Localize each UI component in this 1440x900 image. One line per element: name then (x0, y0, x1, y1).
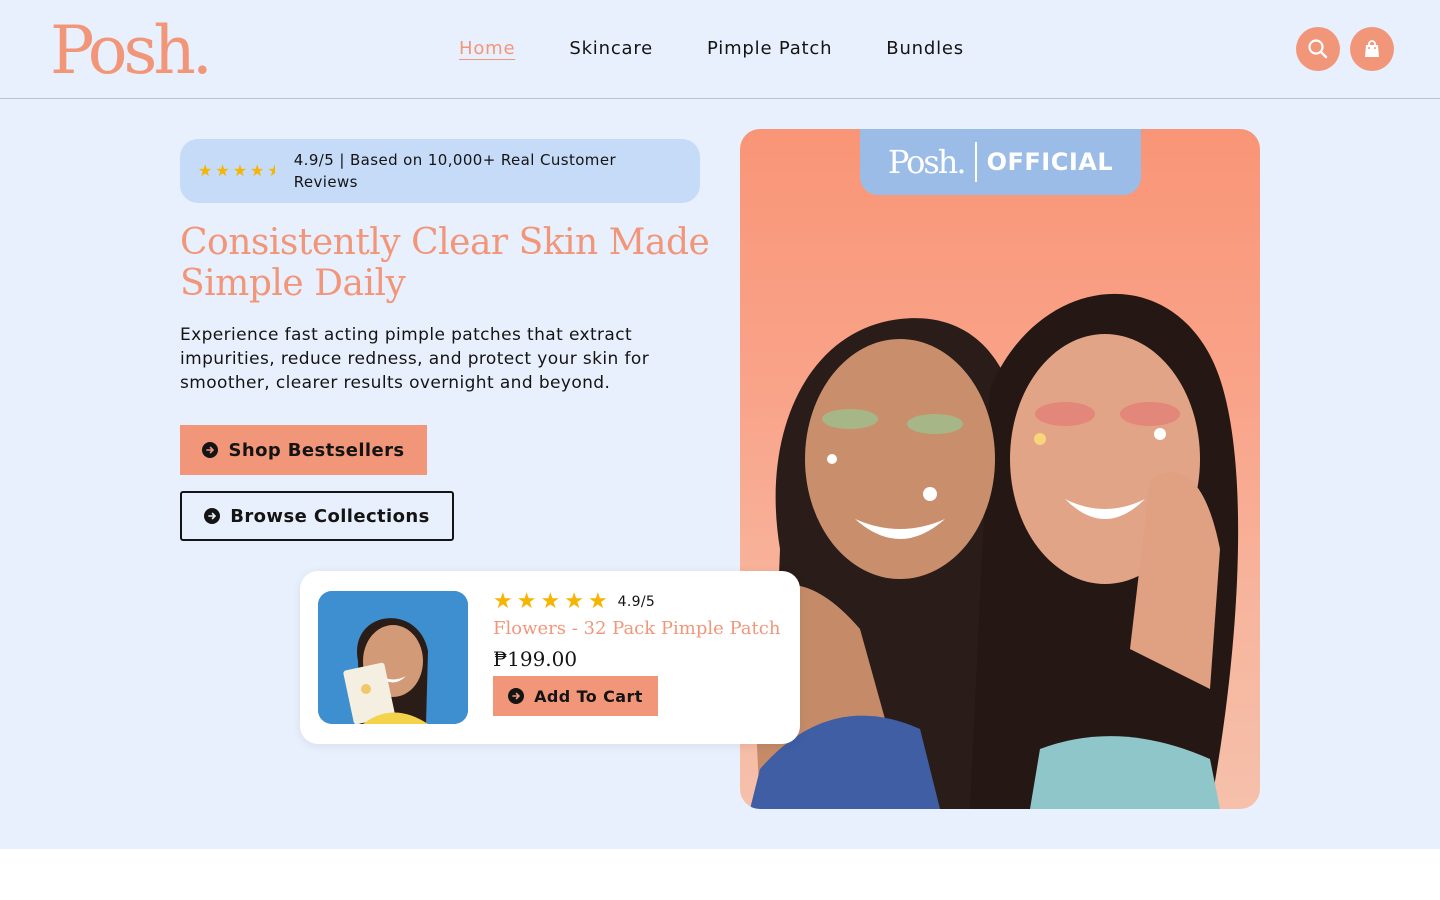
arrow-right-icon (508, 688, 525, 704)
nav-item-home[interactable]: Home (459, 38, 515, 60)
nav-item-bundles[interactable]: Bundles (886, 38, 964, 60)
add-to-cart-button[interactable]: Add To Cart (493, 676, 658, 716)
arrow-right-icon (202, 442, 219, 458)
nav-item-pimple-patch[interactable]: Pimple Patch (707, 38, 832, 60)
official-tag-logo: Posh. (887, 143, 967, 181)
rating-text: 4.9/5 | Based on 10,000+ Real Customer R… (293, 151, 617, 191)
shopping-bag-icon (1365, 40, 1379, 57)
models-photo-illustration (750, 293, 1239, 809)
product-price: ₱199.00 (493, 647, 578, 671)
search-icon (1308, 39, 1328, 59)
shop-bestsellers-button[interactable]: Shop Bestsellers (180, 425, 427, 475)
add-to-cart-label: Add To Cart (534, 686, 643, 706)
star-icon: ★ (232, 161, 248, 180)
star-icon: ★ (540, 589, 561, 614)
star-icon: ★ (198, 161, 213, 180)
browse-collections-label: Browse Collections (230, 505, 430, 527)
rating-stars: ★ ★ ★ ★ ★ (198, 163, 282, 179)
star-icon: ★ (250, 161, 265, 180)
cart-button[interactable] (1350, 27, 1394, 71)
star-icon: ★ (564, 589, 584, 614)
hero-headline: Consistently Clear Skin Made Simple Dail… (180, 222, 710, 304)
star-icon: ★ (493, 589, 513, 614)
site-header: Posh. Home Skincare Pimple Patch Bundles (0, 0, 1440, 99)
product-score: 4.9/5 (617, 594, 656, 610)
official-tag: Posh. OFFICIAL (860, 129, 1141, 195)
product-rating: ★ ★ ★ ★ ★ 4.9/5 (493, 591, 655, 613)
nav-item-skincare[interactable]: Skincare (569, 38, 653, 60)
arrow-right-icon (204, 508, 221, 524)
page: Posh. Home Skincare Pimple Patch Bundles… (0, 0, 1440, 900)
product-name[interactable]: Flowers - 32 Pack Pimple Patch (493, 617, 780, 641)
browse-collections-button[interactable]: Browse Collections (180, 491, 454, 541)
shop-bestsellers-label: Shop Bestsellers (228, 439, 405, 461)
star-icon: ★ (215, 161, 230, 180)
official-tag-text: OFFICIAL (986, 148, 1114, 176)
rating-banner: ★ ★ ★ ★ ★ 4.9/5 | Based on 10,000+ Real … (180, 139, 700, 203)
tag-divider (974, 142, 977, 182)
half-star-icon: ★ (267, 161, 282, 180)
star-icon: ★ (587, 589, 608, 614)
main-nav: Home Skincare Pimple Patch Bundles (459, 38, 964, 60)
hero-image: Posh. OFFICIAL (740, 129, 1260, 809)
search-button[interactable] (1296, 27, 1340, 71)
hero-subtext: Experience fast acting pimple patches th… (180, 325, 650, 393)
product-image[interactable] (318, 591, 468, 724)
brand-logo[interactable]: Posh. (50, 8, 213, 94)
star-icon: ★ (516, 589, 537, 614)
product-card: ★ ★ ★ ★ ★ 4.9/5 Flowers - 32 Pack Pimple… (300, 571, 800, 744)
product-photo-illustration (318, 591, 468, 724)
logo-dot: . (191, 12, 213, 89)
logo-text: Posh (50, 12, 196, 89)
